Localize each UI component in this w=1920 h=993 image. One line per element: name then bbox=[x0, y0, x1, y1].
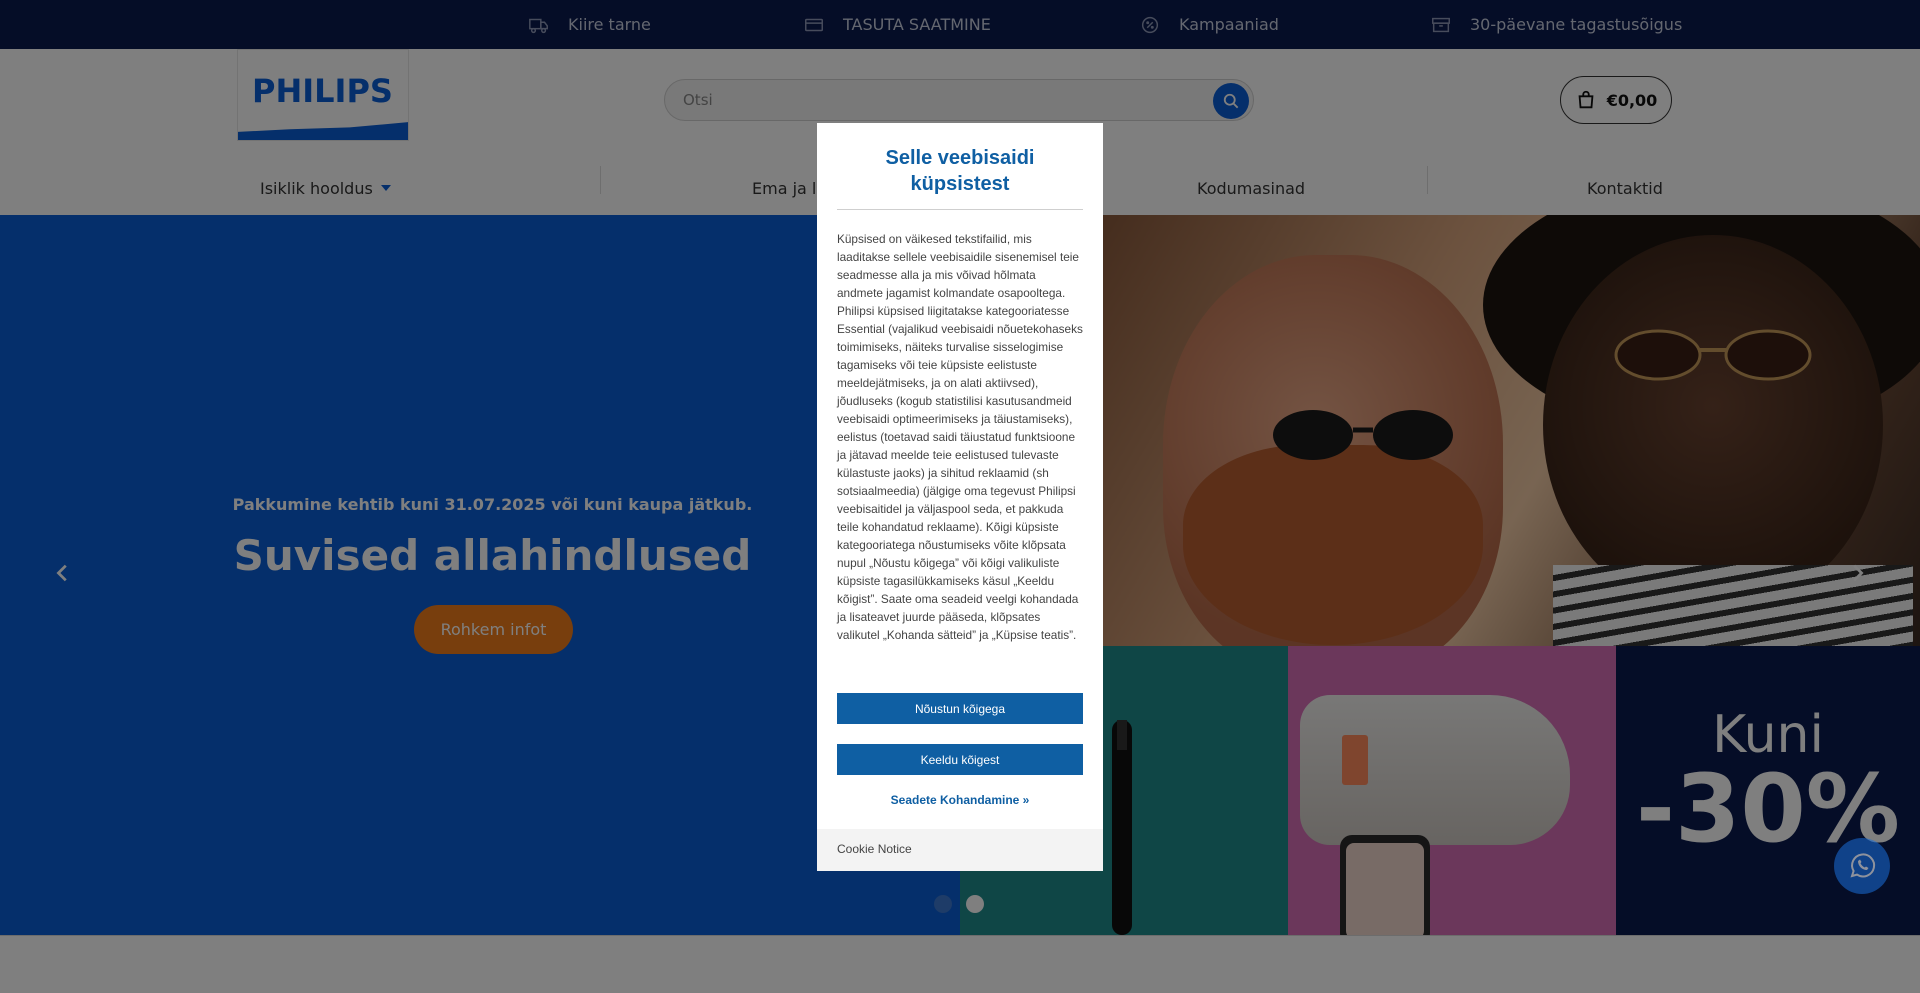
cookie-consent-modal: Selle veebisaidi küpsistest Küpsised on … bbox=[817, 123, 1103, 871]
cookie-modal-divider bbox=[837, 209, 1083, 210]
cookie-modal-title: Selle veebisaidi küpsistest bbox=[885, 147, 1035, 195]
reject-all-button[interactable]: Keeldu kõigest bbox=[837, 744, 1083, 775]
chat-button[interactable] bbox=[1834, 838, 1890, 894]
whatsapp-icon bbox=[1850, 853, 1876, 878]
cookie-notice-link[interactable]: Cookie Notice bbox=[837, 842, 912, 856]
customize-settings-link[interactable]: Seadete Kohandamine » bbox=[837, 793, 1083, 807]
cookie-modal-body: Küpsised on väikesed tekstifailid, mis l… bbox=[837, 232, 1083, 642]
accept-all-button[interactable]: Nõustun kõigega bbox=[837, 693, 1083, 724]
cookie-modal-footer: Cookie Notice bbox=[817, 829, 1103, 871]
